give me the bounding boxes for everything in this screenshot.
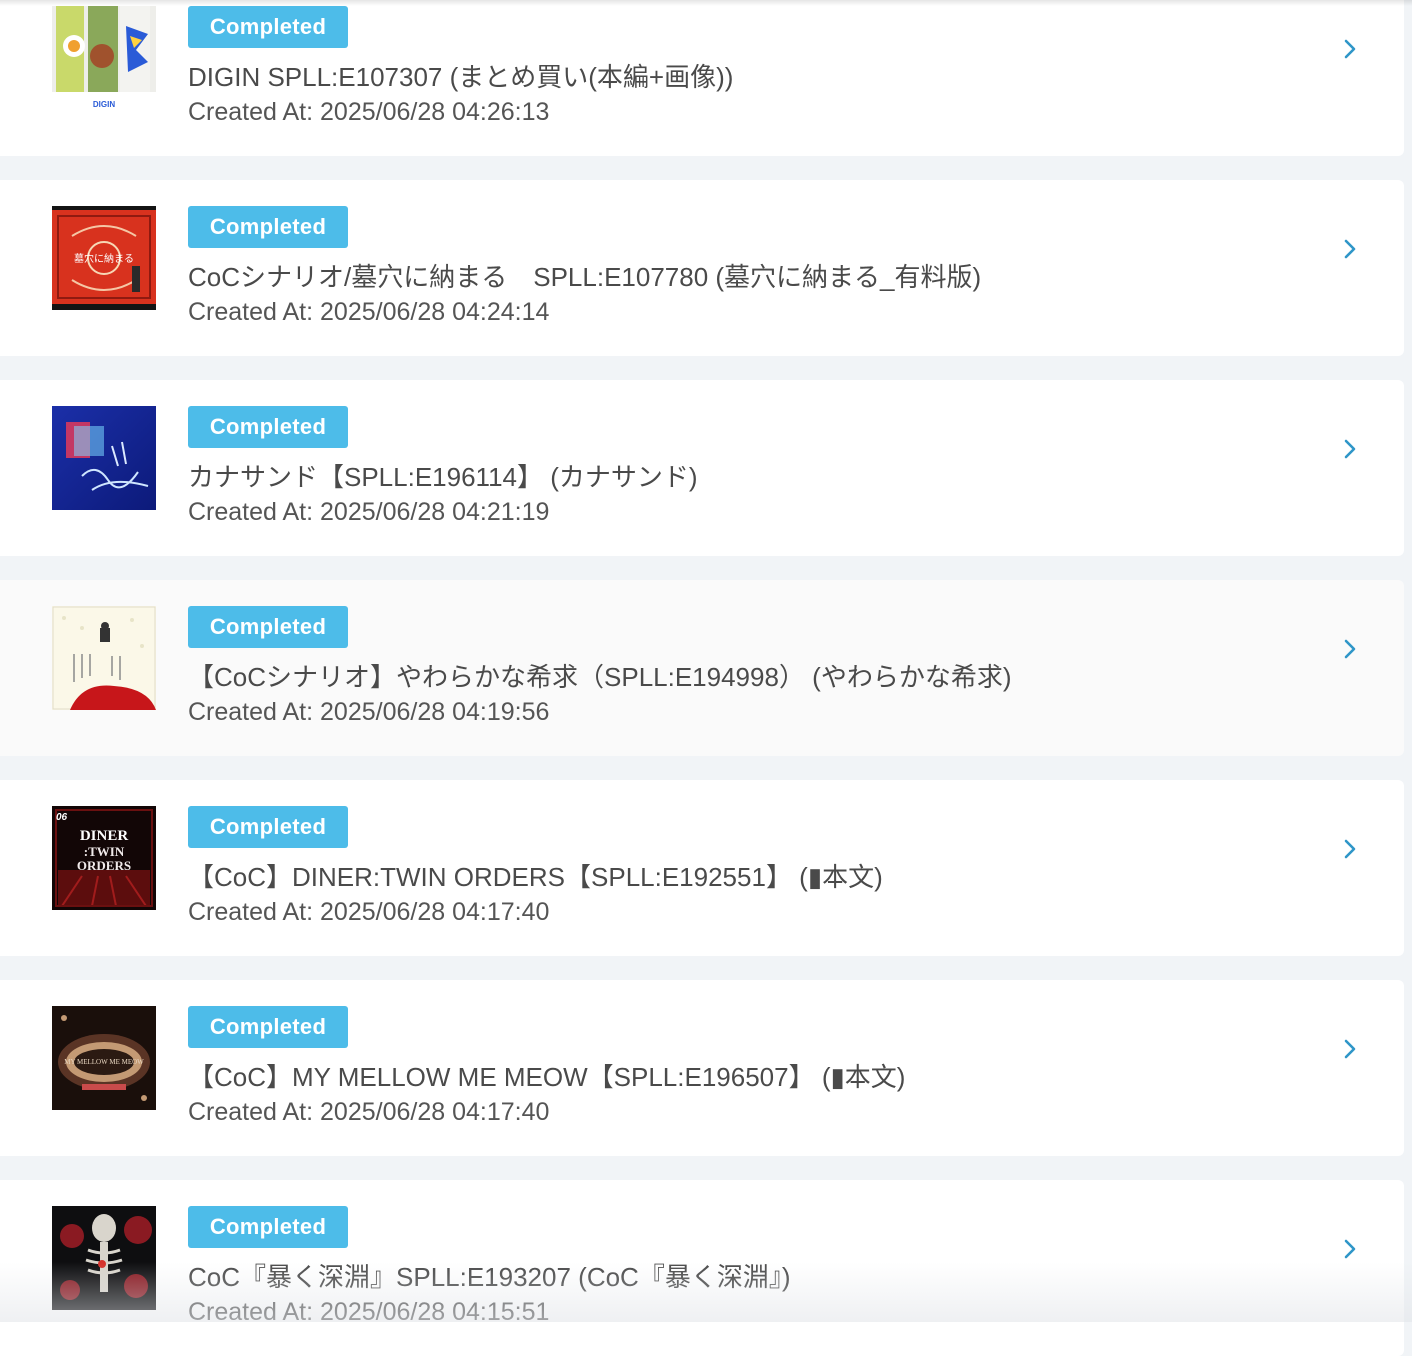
svg-text:DIGIN: DIGIN bbox=[93, 100, 115, 109]
chevron-right-icon[interactable] bbox=[1340, 1238, 1360, 1260]
status-badge: Completed bbox=[188, 806, 348, 848]
order-title: DIGIN SPLL:E107307 (まとめ買い(本編+画像)) bbox=[188, 62, 734, 92]
created-label: Created At: bbox=[188, 98, 314, 126]
created-at: Created At: 2025/06/28 04:26:13 bbox=[188, 96, 549, 128]
chevron-right-icon[interactable] bbox=[1340, 38, 1360, 60]
blue-neon-cover-image bbox=[52, 406, 156, 510]
red-ornate-cover-image: 墓穴に納まる bbox=[52, 206, 156, 310]
mellow-cover-image: MY MELLOW ME MEOW bbox=[52, 1006, 156, 1110]
thumb-title-line: DINER bbox=[80, 828, 129, 844]
thumb-title-line: ORDERS bbox=[77, 858, 131, 873]
status-badge: Completed bbox=[188, 406, 348, 448]
status-badge: Completed bbox=[188, 206, 348, 248]
thumb-issue-number: 06 bbox=[56, 812, 68, 823]
created-at: Created At: 2025/06/28 04:19:56 bbox=[188, 696, 549, 728]
order-card[interactable]: Completed 【CoCシナリオ】やわらかな希求（SPLL:E194998）… bbox=[0, 580, 1404, 756]
order-card[interactable]: Completed CoC『暴く深淵』SPLL:E193207 (CoC『暴く深… bbox=[0, 1180, 1404, 1356]
created-at: Created At: 2025/06/28 04:17:40 bbox=[188, 1096, 549, 1128]
created-at: Created At: 2025/06/28 04:15:51 bbox=[188, 1296, 549, 1328]
created-label: Created At: bbox=[188, 898, 314, 926]
order-title: カナサンド【SPLL:E196114】 (カナサンド) bbox=[188, 462, 698, 492]
created-at: Created At: 2025/06/28 04:21:19 bbox=[188, 496, 549, 528]
status-badge: Completed bbox=[188, 606, 348, 648]
top-shadow bbox=[0, 0, 1412, 6]
white-red-cover-image bbox=[52, 606, 156, 710]
chevron-right-icon[interactable] bbox=[1340, 238, 1360, 260]
order-card[interactable]: 06 DINER :TWIN ORDERS Completed 【CoC】DIN… bbox=[0, 780, 1404, 956]
created-value: 2025/06/28 04:24:14 bbox=[320, 298, 550, 326]
order-title: 【CoCシナリオ】やわらかな希求（SPLL:E194998） (やわらかな希求) bbox=[188, 662, 1012, 692]
created-value: 2025/06/28 04:19:56 bbox=[320, 698, 550, 726]
order-card[interactable]: Completed カナサンド【SPLL:E196114】 (カナサンド) Cr… bbox=[0, 380, 1404, 556]
status-badge: Completed bbox=[188, 6, 348, 48]
digin-cover-image: DIGIN bbox=[52, 6, 156, 110]
status-badge: Completed bbox=[188, 1006, 348, 1048]
order-title: 【CoC】MY MELLOW ME MEOW【SPLL:E196507】 (▮本… bbox=[188, 1062, 906, 1092]
created-value: 2025/06/28 04:17:40 bbox=[320, 898, 550, 926]
diner-cover-image: 06 DINER :TWIN ORDERS bbox=[52, 806, 156, 910]
thumb-title-line: :TWIN bbox=[84, 844, 125, 859]
skeleton-cover-image bbox=[52, 1206, 156, 1310]
svg-text:MY MELLOW ME MEOW: MY MELLOW ME MEOW bbox=[64, 1058, 144, 1066]
svg-text:墓穴に納まる: 墓穴に納まる bbox=[74, 252, 134, 265]
order-card[interactable]: MY MELLOW ME MEOW Completed 【CoC】MY MELL… bbox=[0, 980, 1404, 1156]
order-card[interactable]: 墓穴に納まる Completed CoCシナリオ/墓穴に納まる SPLL:E10… bbox=[0, 180, 1404, 356]
order-title: CoCシナリオ/墓穴に納まる SPLL:E107780 (墓穴に納まる_有料版) bbox=[188, 262, 982, 292]
created-at: Created At: 2025/06/28 04:24:14 bbox=[188, 296, 549, 328]
created-at: Created At: 2025/06/28 04:17:40 bbox=[188, 896, 549, 928]
created-value: 2025/06/28 04:26:13 bbox=[320, 98, 550, 126]
chevron-right-icon[interactable] bbox=[1340, 438, 1360, 460]
created-label: Created At: bbox=[188, 298, 314, 326]
status-badge: Completed bbox=[188, 1206, 348, 1248]
order-title: 【CoC】DINER:TWIN ORDERS【SPLL:E192551】 (▮本… bbox=[188, 862, 883, 892]
created-label: Created At: bbox=[188, 498, 314, 526]
created-value: 2025/06/28 04:21:19 bbox=[320, 498, 550, 526]
chevron-right-icon[interactable] bbox=[1340, 638, 1360, 660]
chevron-right-icon[interactable] bbox=[1340, 1038, 1360, 1060]
order-title: CoC『暴く深淵』SPLL:E193207 (CoC『暴く深淵』) bbox=[188, 1262, 791, 1292]
chevron-right-icon[interactable] bbox=[1340, 838, 1360, 860]
created-label: Created At: bbox=[188, 1098, 314, 1126]
created-label: Created At: bbox=[188, 698, 314, 726]
created-value: 2025/06/28 04:17:40 bbox=[320, 1098, 550, 1126]
order-card[interactable]: DIGIN Completed DIGIN SPLL:E107307 (まとめ買… bbox=[0, 0, 1404, 156]
